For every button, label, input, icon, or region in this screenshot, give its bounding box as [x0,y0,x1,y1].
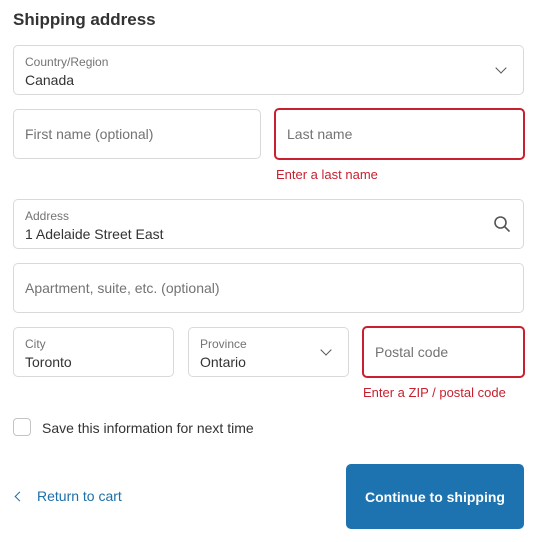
address-value: 1 Adelaide Street East [25,226,164,242]
last-name-placeholder: Last name [287,126,353,142]
postal-code-placeholder: Postal code [375,344,449,360]
country-select[interactable]: Country/Region Canada [13,45,524,95]
country-label: Country/Region [25,55,109,69]
province-select[interactable]: Province Ontario [188,327,349,377]
last-name-error: Enter a last name [276,167,378,182]
city-label: City [25,337,46,351]
apartment-placeholder: Apartment, suite, etc. (optional) [25,280,220,296]
chevron-down-icon [495,62,507,74]
address-field[interactable]: Address 1 Adelaide Street East [13,199,524,249]
first-name-placeholder: First name (optional) [25,126,154,142]
continue-to-shipping-button[interactable]: Continue to shipping [346,464,524,529]
chevron-left-icon [14,491,25,501]
apartment-field[interactable]: Apartment, suite, etc. (optional) [13,263,524,313]
save-info-label[interactable]: Save this information for next time [42,420,254,436]
postal-code-field[interactable]: Postal code [362,326,525,378]
province-value: Ontario [200,354,246,370]
country-value: Canada [25,72,75,88]
return-to-cart-label: Return to cart [37,488,122,504]
first-name-field[interactable]: First name (optional) [13,109,261,159]
province-label: Province [200,337,247,351]
city-value: Toronto [25,354,72,370]
postal-code-error: Enter a ZIP / postal code [363,385,506,400]
search-icon[interactable] [493,215,511,233]
last-name-field[interactable]: Last name [274,108,525,160]
page-title: Shipping address [13,10,156,29]
chevron-down-icon [320,344,332,356]
continue-button-label: Continue to shipping [365,488,505,505]
address-label: Address [25,209,70,223]
city-field[interactable]: City Toronto [13,327,174,377]
save-info-checkbox[interactable] [13,418,31,436]
return-to-cart-link[interactable]: Return to cart [13,488,122,504]
